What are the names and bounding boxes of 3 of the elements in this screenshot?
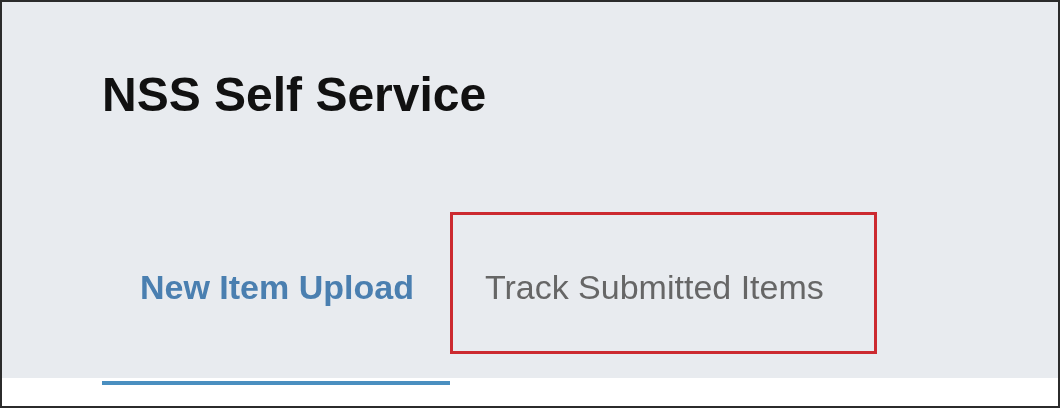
page-title: NSS Self Service (102, 67, 488, 123)
tab[interactable]: New Item Upload (102, 256, 450, 385)
tab[interactable]: Track Submitted Items (449, 211, 877, 354)
